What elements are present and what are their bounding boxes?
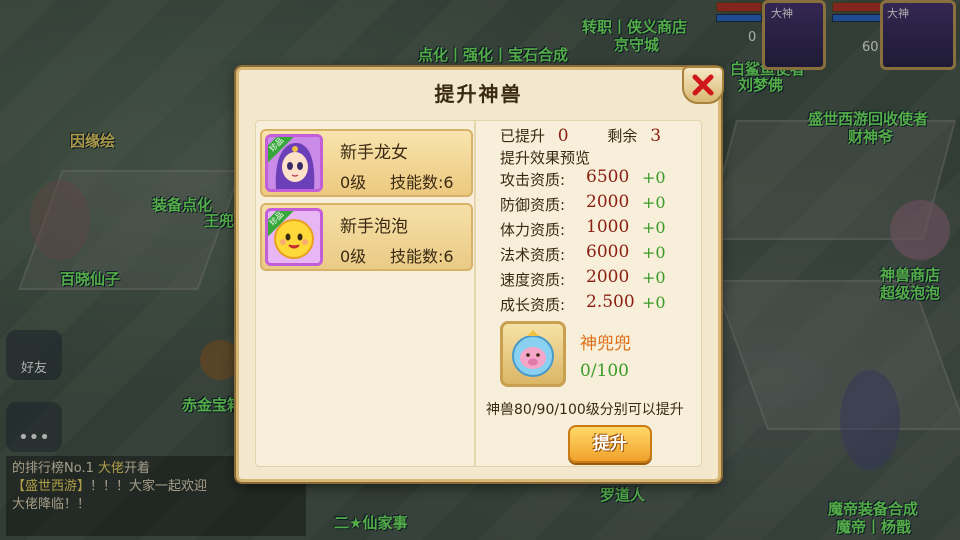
attribute-value: 2000 [586, 267, 630, 287]
preview-label: 提升效果预览 [500, 149, 591, 167]
attribute-label: 攻击资质: [500, 171, 566, 189]
attribute-value: 2000 [586, 192, 630, 212]
pet-name: 新手龙女 [340, 143, 408, 163]
close-button[interactable] [682, 66, 724, 104]
attribute-plus: +0 [642, 218, 666, 237]
upgraded-label: 已提升 [500, 127, 546, 145]
remaining-value: 3 [650, 126, 662, 146]
pet-list: 珍品 新手龙女 0级 技能数:6 珍品 新手泡泡 0级 技能数:6 [256, 121, 476, 466]
item-name: 神兜兜 [580, 334, 631, 354]
attribute-value: 2.500 [586, 292, 635, 312]
pig-bag-item-icon [512, 330, 554, 377]
pet-avatar: 珍品 [265, 134, 323, 192]
attribute-label: 防御资质: [500, 196, 566, 214]
attribute-value: 6500 [586, 167, 630, 187]
upgrade-status: 已提升 0 剩余 3 [500, 125, 661, 146]
pet-card[interactable]: 珍品 新手泡泡 0级 技能数:6 [260, 203, 473, 271]
upgrade-beast-dialog: 提升神兽 珍品 新手龙女 0级 技能数:6 珍品 新手泡泡 0级 技能数:6 已… [236, 66, 724, 482]
attribute-label: 成长资质: [500, 296, 566, 314]
remaining-label: 剩余 [607, 127, 638, 145]
attribute-plus: +0 [642, 193, 666, 212]
pet-name: 新手泡泡 [340, 217, 408, 237]
pet-card[interactable]: 珍品 新手龙女 0级 技能数:6 [260, 129, 473, 197]
attribute-plus: +0 [642, 243, 666, 262]
attribute-label: 法术资质: [500, 246, 566, 264]
attribute-value: 6000 [586, 242, 630, 262]
upgraded-value: 0 [557, 126, 569, 146]
pet-level: 0级 [340, 247, 367, 266]
attribute-plus: +0 [642, 293, 666, 312]
pet-skill-count: 技能数:6 [390, 247, 454, 266]
dialog-title: 提升神兽 [434, 82, 523, 106]
dialog-body: 珍品 新手龙女 0级 技能数:6 珍品 新手泡泡 0级 技能数:6 已提升 0 … [255, 120, 702, 467]
item-slot[interactable] [500, 321, 566, 387]
upgrade-hint: 神兽80/90/100级分别可以提升 [486, 402, 684, 418]
attribute-plus: +0 [642, 268, 666, 287]
pet-skill-count: 技能数:6 [390, 173, 454, 192]
attribute-label: 速度资质: [500, 271, 566, 289]
attribute-value: 1000 [586, 217, 630, 237]
upgrade-button[interactable]: 提升 [568, 425, 652, 463]
pet-avatar: 珍品 [265, 208, 323, 266]
upgrade-details: 已提升 0 剩余 3 提升效果预览 攻击资质: 6500 +0 防御资质: 20… [486, 121, 701, 466]
item-count: 0/100 [580, 361, 629, 381]
attribute-plus: +0 [642, 168, 666, 187]
pet-level: 0级 [340, 173, 367, 192]
attribute-label: 体力资质: [500, 221, 566, 239]
close-icon [692, 74, 714, 96]
